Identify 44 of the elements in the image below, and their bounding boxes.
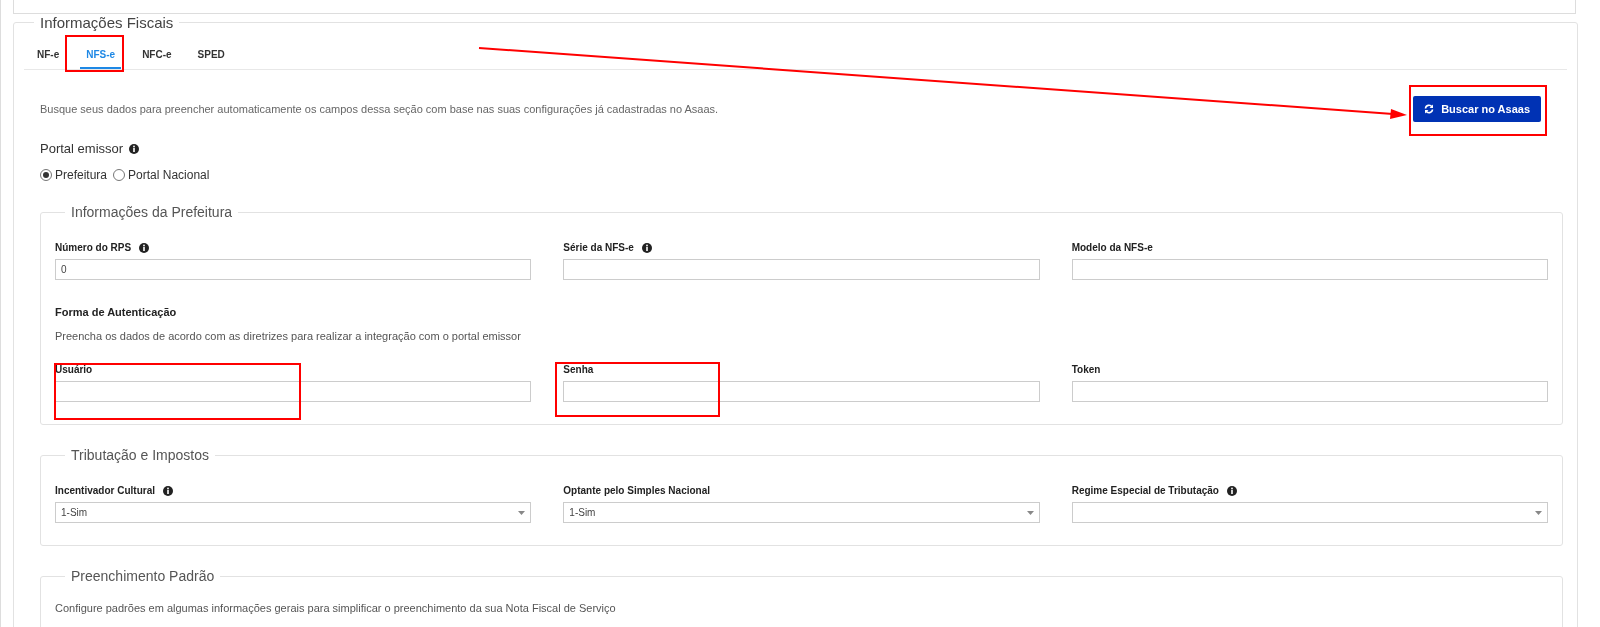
section-title: Informações Fiscais — [39, 14, 175, 31]
tab[interactable]: SPED — [197, 49, 225, 69]
select-field[interactable] — [1071, 502, 1548, 523]
caret-icon — [1535, 510, 1542, 515]
input-field[interactable] — [55, 381, 532, 402]
field-label: Regime Especial de Tributação — [1071, 485, 1219, 496]
field-label: Incentivador Cultural — [55, 485, 155, 496]
field-label: Usuário — [55, 364, 93, 375]
radio-label: Portal Nacional — [128, 168, 210, 182]
group-title: Tributação e Impostos — [70, 447, 210, 463]
field-label: Série da NFS-e — [563, 242, 634, 253]
highlight-frame — [65, 35, 124, 72]
field-label: Senha — [563, 364, 594, 375]
field-label: Token — [1071, 364, 1101, 375]
tab[interactable]: NF-e — [37, 49, 60, 69]
description-text: Preencha os dados de acordo com as diretrizes para realizar a integração com o portal emissor — [55, 330, 522, 342]
description-text: Configure padrões em algumas informações gerais para simplificar o preenchimento da sua Nota Fiscal de Serviço — [55, 602, 617, 614]
refresh-icon — [1424, 104, 1435, 114]
info-icon — [641, 242, 652, 253]
info-icon — [139, 242, 150, 253]
select-field[interactable]: 1-Sim — [563, 502, 1040, 523]
caret-icon — [1026, 510, 1034, 515]
portal-label: Portal emissor — [40, 141, 124, 156]
select-field[interactable]: 1-Sim — [55, 502, 532, 523]
group-title: Preenchimento Padrão — [70, 568, 216, 584]
caret-icon — [518, 510, 526, 515]
input-field[interactable] — [563, 259, 1040, 280]
info-icon — [1226, 485, 1237, 496]
subheading: Forma de Autenticação — [55, 306, 178, 318]
field-label: Número do RPS — [55, 242, 132, 253]
info-icon — [163, 485, 173, 496]
field-label: Optante pelo Simples Nacional — [563, 485, 711, 496]
group-title: Informações da Prefeitura — [70, 204, 234, 220]
hint-text: Busque seus dados para preencher automaticamente os campos dessa seção com base nas suas configurações já cadastradas no Asaas. — [40, 103, 719, 115]
info-icon — [129, 143, 140, 154]
input-field[interactable] — [1071, 381, 1548, 402]
tab[interactable]: NFC-e — [142, 49, 172, 69]
tab[interactable]: NFS-e — [80, 49, 122, 69]
input-field[interactable] — [1071, 259, 1548, 280]
radio-label: Prefeitura — [55, 168, 108, 182]
input-field[interactable] — [563, 381, 1040, 402]
field-label: Modelo da NFS-e — [1071, 242, 1153, 253]
input-field[interactable]: 0 — [55, 259, 532, 280]
fetch-button[interactable]: Buscar no Asaas — [1413, 96, 1541, 122]
